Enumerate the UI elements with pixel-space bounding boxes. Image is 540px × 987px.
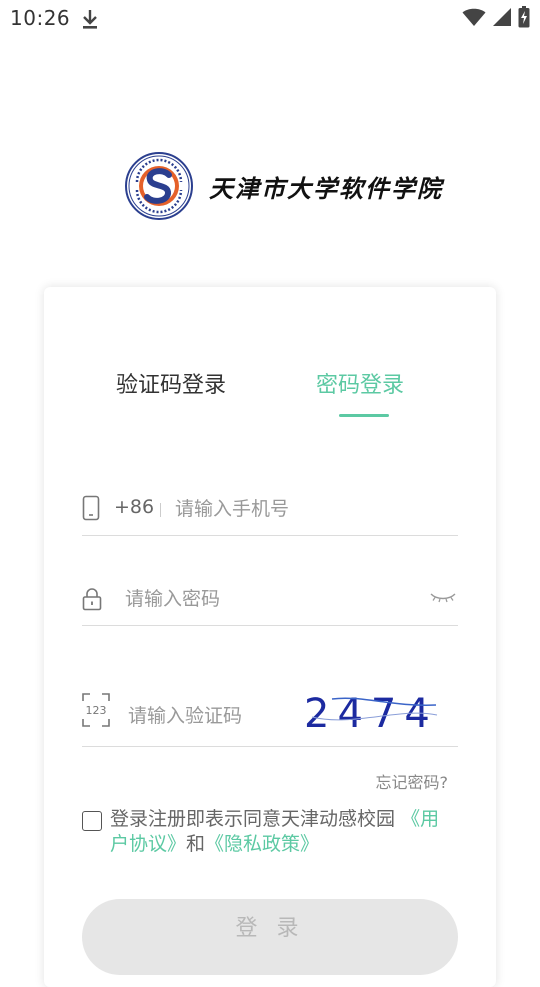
lock-icon bbox=[82, 588, 102, 611]
password-field bbox=[82, 572, 458, 626]
cellular-signal-icon bbox=[493, 8, 511, 26]
school-seal-icon bbox=[125, 152, 193, 220]
login-button[interactable]: 登 录 bbox=[82, 899, 458, 975]
tab-password-login[interactable]: 密码登录 bbox=[316, 367, 404, 399]
agreement-statement: 登录注册即表示同意天津动感校园 bbox=[110, 808, 396, 830]
phone-field: +86 bbox=[82, 482, 458, 536]
active-tab-indicator bbox=[339, 414, 389, 417]
download-icon bbox=[83, 10, 97, 29]
phone-input[interactable] bbox=[175, 494, 445, 524]
captcha-image[interactable]: 2474 bbox=[302, 687, 442, 737]
captcha-field: 123 2474 bbox=[82, 679, 458, 747]
status-icons bbox=[462, 6, 530, 28]
school-name: 天津市大学软件学院 bbox=[209, 173, 443, 203]
captcha-input[interactable] bbox=[128, 701, 298, 731]
battery-charging-icon bbox=[518, 6, 530, 28]
tab-sms-login[interactable]: 验证码登录 bbox=[116, 367, 226, 399]
status-bar: 10:26 bbox=[0, 0, 540, 38]
forgot-password-link[interactable]: 忘记密码? bbox=[376, 769, 449, 793]
number-code-icon: 123 bbox=[82, 693, 110, 727]
captcha-text: 2474 bbox=[304, 691, 438, 737]
phone-icon bbox=[82, 495, 100, 521]
agreement-connector: 和 bbox=[186, 833, 206, 855]
school-logo: 天津市大学软件学院 bbox=[125, 152, 441, 220]
country-code-divider bbox=[160, 503, 161, 517]
agreement-checkbox[interactable] bbox=[82, 811, 102, 831]
privacy-policy-link[interactable]: 《隐私政策》 bbox=[205, 833, 319, 855]
agreement-text: 登录注册即表示同意天津动感校园 《用户协议》和《隐私政策》 bbox=[110, 807, 450, 857]
password-input[interactable] bbox=[125, 584, 415, 614]
eye-closed-icon[interactable] bbox=[430, 590, 456, 604]
wifi-icon bbox=[462, 8, 486, 26]
svg-text:123: 123 bbox=[86, 704, 107, 717]
country-code[interactable]: +86 bbox=[114, 496, 154, 518]
login-card: 验证码登录 密码登录 +86 123 bbox=[44, 287, 496, 987]
status-time: 10:26 bbox=[10, 6, 71, 30]
